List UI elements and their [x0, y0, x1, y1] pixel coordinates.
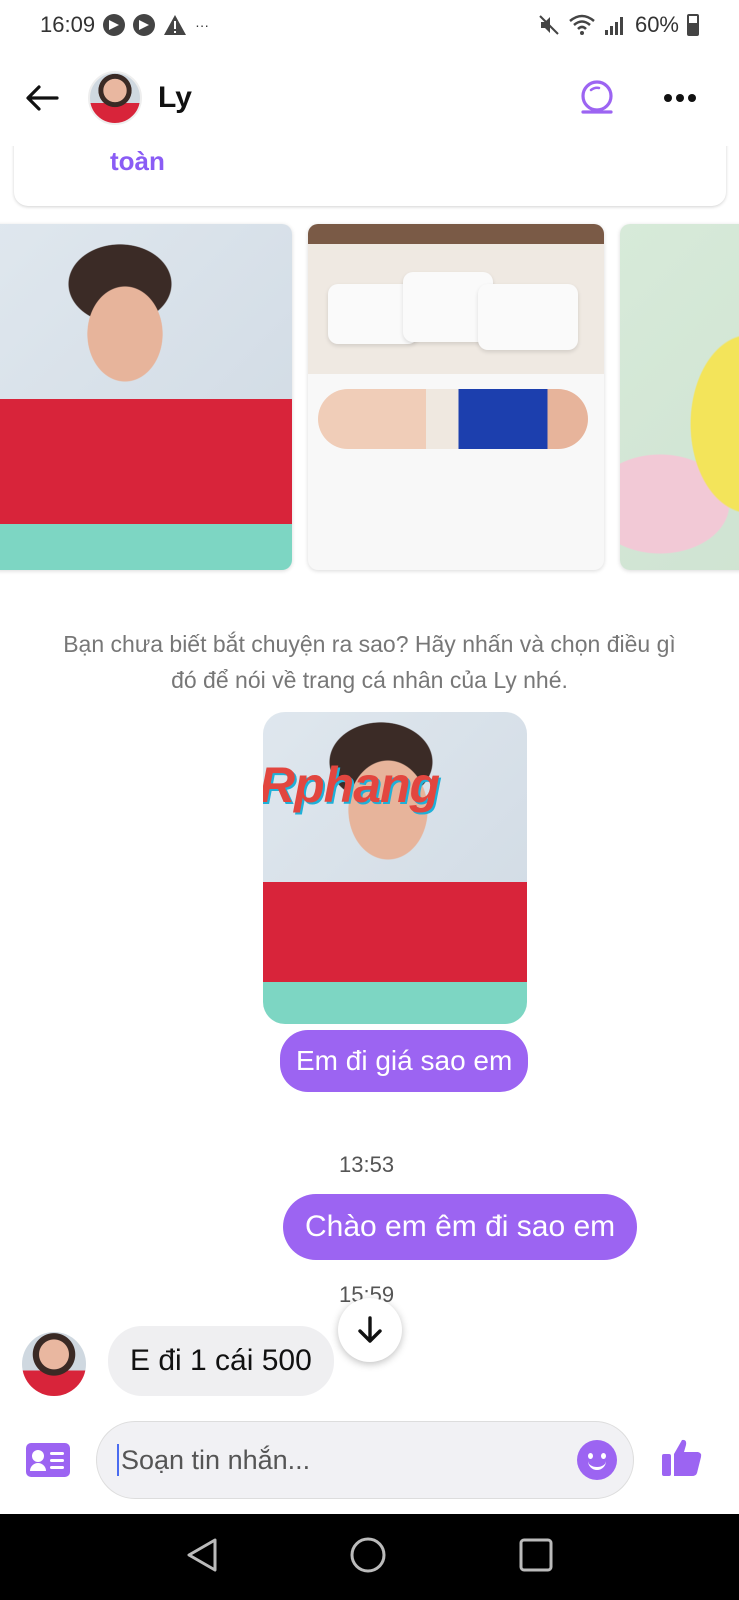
- more-horizontal-icon: [664, 94, 696, 102]
- back-button[interactable]: [22, 78, 62, 118]
- thumbs-up-icon: [662, 1439, 702, 1476]
- scroll-to-bottom-button[interactable]: [338, 1298, 402, 1362]
- wifi-icon: [569, 14, 595, 35]
- chat-header: Ly: [0, 50, 739, 146]
- mute-icon: [539, 15, 559, 35]
- arrow-left-icon: [26, 85, 59, 111]
- video-chat-button[interactable]: [577, 78, 617, 118]
- contact-card-icon-body: [30, 1463, 46, 1471]
- contact-card-icon: [32, 1450, 44, 1462]
- watermark-logo: Rphang: [263, 757, 440, 813]
- message-timestamp: 13:53: [339, 1152, 395, 1177]
- message-input[interactable]: [121, 1444, 577, 1476]
- conversation-area[interactable]: toàn Bạn chưa biết bắt chuyện ra sao? Hã…: [0, 146, 739, 1406]
- telegram-icon: [103, 14, 126, 36]
- warning-icon: [164, 15, 187, 35]
- telegram-icon-2: [133, 14, 156, 36]
- profile-photo-1[interactable]: [0, 224, 292, 570]
- like-button[interactable]: [660, 1436, 704, 1485]
- triangle-back-icon: [187, 1538, 217, 1571]
- emoji-icon-mouth: [588, 1461, 606, 1470]
- profile-photo-2[interactable]: [308, 224, 604, 570]
- circle-home-icon: [350, 1537, 386, 1572]
- emoji-button[interactable]: [577, 1440, 617, 1480]
- signal-icon: [604, 17, 623, 35]
- square-recents-icon: [519, 1538, 553, 1571]
- contact-card-button[interactable]: [26, 1443, 70, 1477]
- status-bar: 16:09 ··· 60%: [0, 0, 739, 50]
- message-input-wrapper[interactable]: [96, 1421, 634, 1499]
- profile-card-text: toàn: [110, 146, 165, 176]
- battery-icon: [687, 14, 699, 36]
- pillow-shape-3: [478, 284, 578, 350]
- contact-card-icon-line: [50, 1452, 64, 1455]
- contact-avatar[interactable]: [88, 71, 142, 125]
- nav-recents-button[interactable]: [518, 1537, 554, 1578]
- battery-percent: 60%: [634, 12, 679, 37]
- emoji-icon: [588, 1453, 593, 1459]
- more-options-button[interactable]: [663, 93, 697, 103]
- photo-figure: [318, 389, 588, 449]
- nav-back-button[interactable]: [185, 1536, 219, 1579]
- bubble-ring-icon: [581, 80, 613, 114]
- contact-name[interactable]: Ly: [158, 81, 192, 115]
- message-outgoing[interactable]: Em đi giá sao em: [280, 1030, 529, 1092]
- contact-avatar-small[interactable]: [22, 1332, 86, 1396]
- nav-home-button[interactable]: [349, 1536, 387, 1579]
- profile-card[interactable]: toàn: [14, 146, 726, 206]
- contact-card-icon-line: [50, 1466, 64, 1469]
- contact-card-icon-line: [50, 1459, 64, 1462]
- message-incoming[interactable]: E đi 1 cái 500: [108, 1326, 334, 1396]
- arrow-down-icon: [358, 1316, 382, 1343]
- conversation-starter-hint: Bạn chưa biết bắt chuyện ra sao? Hãy nhấ…: [63, 631, 676, 693]
- profile-photo-3[interactable]: [620, 224, 739, 570]
- profile-photo-strip[interactable]: [0, 224, 739, 570]
- message-outgoing[interactable]: Chào em êm đi sao em: [283, 1194, 638, 1260]
- system-navigation-bar: [0, 1514, 739, 1600]
- message-composer: [0, 1406, 739, 1514]
- status-time: 16:09: [40, 12, 96, 37]
- emoji-icon-eye: [601, 1453, 606, 1459]
- more-notifications-icon: ···: [195, 17, 210, 33]
- shared-photo[interactable]: Rphang: [263, 712, 527, 1024]
- text-caret: [117, 1444, 119, 1476]
